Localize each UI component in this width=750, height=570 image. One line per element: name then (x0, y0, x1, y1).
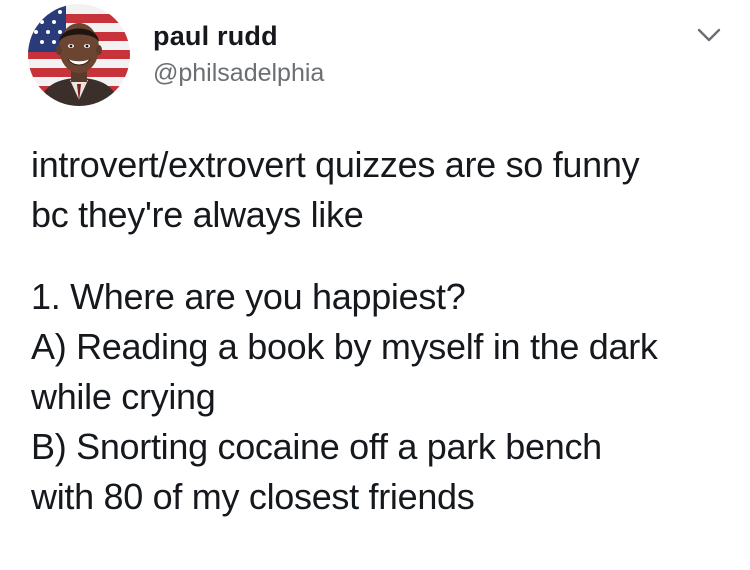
profile-photo-icon (28, 4, 130, 106)
author-display-name[interactable]: paul rudd (153, 20, 278, 52)
quiz-option-a-continued: while crying (31, 376, 216, 417)
quiz-option-a: A) Reading a book by myself in the dark (31, 326, 658, 367)
avatar[interactable] (28, 4, 130, 106)
tweet-menu-button[interactable] (697, 27, 721, 43)
chevron-down-icon (697, 28, 721, 42)
tweet-text-line: bc they're always like (31, 194, 364, 235)
tweet-text-line: introvert/extrovert quizzes are so funny (31, 144, 640, 185)
tweet-text: introvert/extrovert quizzes are so funny… (31, 140, 731, 522)
quiz-option-b-continued: with 80 of my closest friends (31, 476, 475, 517)
tweet-card: paul rudd @philsadelphia introvert/extro… (0, 0, 750, 570)
quiz-option-b: B) Snorting cocaine off a park bench (31, 426, 602, 467)
author-handle[interactable]: @philsadelphia (153, 58, 324, 88)
quiz-question: 1. Where are you happiest? (31, 276, 466, 317)
